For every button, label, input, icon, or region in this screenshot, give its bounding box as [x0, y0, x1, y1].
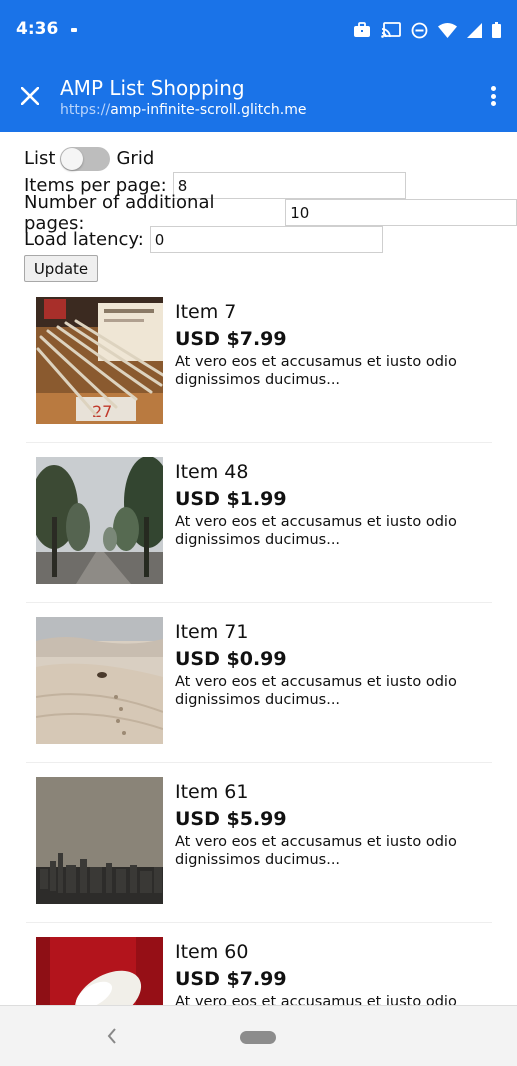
list-item[interactable]: 27 Item 7 USD $7.99 At vero eos et accus…: [26, 283, 492, 443]
product-description: At vero eos et accusamus et iusto odio d…: [175, 994, 457, 1005]
product-description: At vero eos et accusamus et iusto odio d…: [175, 514, 457, 548]
more-vert-icon: [490, 86, 496, 91]
product-price: USD $5.99: [175, 808, 287, 830]
page-url: https://amp-infinite-scroll.glitch.me: [60, 102, 307, 118]
product-price: USD $7.99: [175, 968, 287, 990]
back-icon[interactable]: [100, 1024, 124, 1048]
notification-dot-icon: [71, 28, 77, 32]
layout-toggle[interactable]: [60, 146, 111, 171]
status-icons: [353, 20, 501, 40]
list-controls: List Grid Items per page: Number of addi…: [24, 145, 517, 282]
product-list: 27 Item 7 USD $7.99 At vero eos et accus…: [26, 283, 492, 1005]
url-host: amp-infinite-scroll.glitch.me: [110, 102, 307, 118]
additional-pages-row: Number of additional pages:: [24, 192, 517, 234]
battery-icon: [492, 22, 501, 38]
cell-signal-icon: [467, 22, 482, 38]
load-latency-label: Load latency:: [24, 229, 144, 250]
product-name: Item 48: [175, 461, 249, 483]
product-name: Item 60: [175, 941, 249, 963]
close-button[interactable]: [12, 78, 48, 114]
list-item[interactable]: Item 60 USD $7.99 At vero eos et accusam…: [26, 923, 492, 1005]
close-icon: [21, 87, 39, 105]
product-name: Item 7: [175, 301, 237, 323]
app-bar: AMP List Shopping https://amp-infinite-s…: [0, 60, 517, 132]
product-price: USD $7.99: [175, 328, 287, 350]
url-scheme: https://: [60, 102, 111, 118]
additional-pages-input[interactable]: [285, 199, 517, 226]
load-latency-input[interactable]: [149, 226, 383, 253]
cast-icon: [381, 22, 401, 38]
layout-toggle-row: List Grid: [24, 145, 517, 172]
product-image: [36, 457, 163, 584]
list-label: List: [24, 148, 56, 169]
toggle-knob: [61, 147, 84, 170]
do-not-disturb-icon: [411, 22, 428, 38]
product-price: USD $1.99: [175, 488, 287, 510]
product-price: USD $0.99: [175, 648, 287, 670]
product-description: At vero eos et accusamus et iusto odio d…: [175, 834, 457, 868]
svg-text:27: 27: [92, 402, 112, 421]
product-description: At vero eos et accusamus et iusto odio d…: [175, 674, 457, 708]
product-image: [36, 777, 163, 904]
more-vert-icon-dot: [490, 101, 496, 106]
grid-label: Grid: [116, 148, 155, 169]
product-image: [36, 937, 163, 1005]
list-item[interactable]: Item 61 USD $5.99 At vero eos et accusam…: [26, 763, 492, 923]
product-image: 27: [36, 297, 163, 424]
page-title: AMP List Shopping: [60, 76, 245, 100]
list-item[interactable]: Item 71 USD $0.99 At vero eos et accusam…: [26, 603, 492, 763]
system-navigation-bar: [0, 1005, 517, 1066]
product-name: Item 71: [175, 621, 249, 643]
overflow-menu-button[interactable]: [483, 82, 503, 110]
update-button[interactable]: Update: [24, 255, 98, 282]
briefcase-icon: [354, 22, 370, 37]
status-bar: 4:36: [0, 0, 517, 60]
load-latency-row: Load latency:: [24, 226, 517, 253]
status-time: 4:36: [16, 19, 59, 39]
wifi-icon: [438, 22, 457, 38]
product-name: Item 61: [175, 781, 249, 803]
more-vert-icon-dot: [490, 93, 496, 99]
home-pill-button[interactable]: [240, 1031, 276, 1044]
product-description: At vero eos et accusamus et iusto odio d…: [175, 354, 457, 388]
product-image: [36, 617, 163, 744]
list-item[interactable]: Item 48 USD $1.99 At vero eos et accusam…: [26, 443, 492, 603]
